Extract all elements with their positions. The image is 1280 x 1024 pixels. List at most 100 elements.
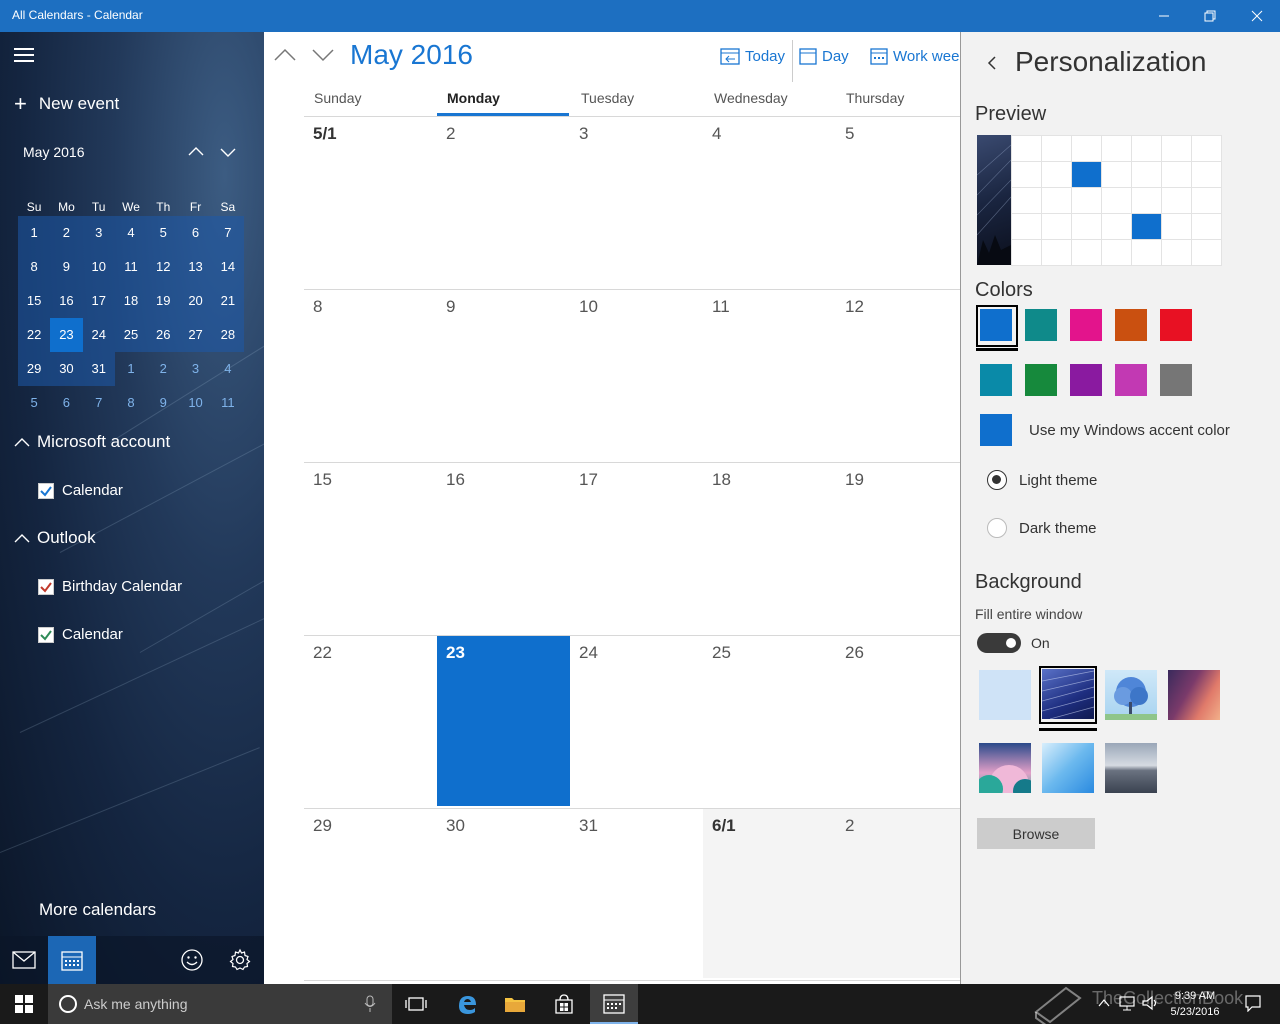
day-cell-number[interactable]: 22 (313, 643, 332, 663)
day-cell-number[interactable]: 5/1 (313, 124, 337, 144)
day-cell-number[interactable]: 11 (712, 297, 730, 317)
background-thumbnail-tree[interactable] (1105, 670, 1157, 720)
mail-button[interactable] (0, 936, 48, 984)
day-cell-number[interactable]: 29 (313, 816, 332, 836)
mini-calendar-day[interactable]: 1 (115, 352, 147, 386)
day-cell-number[interactable]: 2 (845, 816, 854, 836)
mini-calendar-day[interactable]: 21 (211, 284, 244, 318)
calendar-app-button[interactable] (590, 984, 638, 1024)
checkbox[interactable] (38, 578, 54, 595)
accent-color-swatch[interactable] (980, 414, 1012, 446)
new-event-button[interactable]: + New event (14, 92, 119, 116)
mini-calendar-day[interactable]: 5 (18, 386, 50, 420)
background-thumbnail-light-blue[interactable] (979, 670, 1031, 720)
day-cell-number[interactable]: 12 (845, 297, 864, 317)
color-swatch[interactable] (1025, 364, 1057, 396)
mini-calendar-day[interactable]: 9 (147, 386, 179, 420)
mini-calendar-month-label[interactable]: May 2016 (23, 144, 84, 160)
day-cell-number[interactable]: 30 (446, 816, 465, 836)
day-cell-number[interactable]: 6/1 (712, 816, 736, 836)
calendar-item-calendar[interactable]: Calendar (38, 482, 123, 499)
dark-theme-radio[interactable] (987, 518, 1007, 538)
mini-calendar-day[interactable]: 2 (147, 352, 179, 386)
accent-color-label[interactable]: Use my Windows accent color (1029, 422, 1230, 439)
mini-calendar-day[interactable]: 11 (212, 386, 244, 420)
minimize-button[interactable] (1141, 0, 1187, 32)
volume-icon[interactable] (1142, 995, 1160, 1011)
calendar-item-calendar-outlook[interactable]: Calendar (38, 626, 123, 643)
dark-theme-label[interactable]: Dark theme (1019, 520, 1097, 537)
day-cell-number[interactable]: 10 (579, 297, 598, 317)
mini-calendar-prev-button[interactable] (186, 142, 206, 162)
mini-calendar-day[interactable]: 13 (179, 250, 212, 284)
day-view-button[interactable]: Day (799, 47, 849, 65)
color-swatch[interactable] (980, 364, 1012, 396)
mini-calendar-day[interactable]: 4 (212, 352, 244, 386)
mini-calendar-day[interactable]: 9 (50, 250, 83, 284)
feedback-button[interactable] (168, 936, 216, 984)
mini-calendar-day[interactable]: 8 (18, 250, 51, 284)
store-button[interactable] (540, 984, 588, 1024)
color-swatch[interactable] (1160, 364, 1192, 396)
mini-calendar-day[interactable]: 3 (179, 352, 211, 386)
background-thumbnail-star-trails[interactable] (1042, 669, 1094, 719)
browse-button[interactable]: Browse (977, 818, 1095, 849)
mini-calendar-day[interactable]: 16 (50, 284, 83, 318)
color-swatch[interactable] (1070, 309, 1102, 341)
clock[interactable]: 9:39 AM 5/23/2016 (1160, 988, 1230, 1020)
checkbox[interactable] (38, 482, 54, 499)
mini-calendar-day[interactable]: 15 (18, 284, 51, 318)
work-week-view-button[interactable]: Work week (870, 47, 960, 65)
mini-calendar-day[interactable]: 27 (179, 318, 212, 352)
task-view-button[interactable] (392, 984, 440, 1024)
background-thumbnail-canyon[interactable] (1168, 670, 1220, 720)
settings-button[interactable] (216, 936, 264, 984)
calendar-item-birthday-calendar[interactable]: Birthday Calendar (38, 578, 182, 595)
day-cell-number[interactable]: 24 (579, 643, 598, 663)
background-thumbnail-lake[interactable] (1105, 743, 1157, 793)
action-center-icon[interactable] (1244, 994, 1262, 1012)
start-button[interactable] (0, 984, 48, 1024)
more-calendars-link[interactable]: More calendars (39, 900, 156, 920)
day-cell-number[interactable]: 4 (712, 124, 721, 144)
mini-calendar-day[interactable]: 28 (211, 318, 244, 352)
group-microsoft-account[interactable]: Microsoft account (14, 432, 170, 452)
day-cell-number[interactable]: 23 (446, 643, 465, 663)
fill-window-toggle[interactable] (977, 633, 1021, 653)
mini-calendar-day[interactable]: 5 (147, 216, 180, 250)
color-swatch[interactable] (980, 309, 1012, 341)
day-cell-number[interactable]: 18 (712, 470, 731, 490)
restore-button[interactable] (1187, 0, 1233, 32)
previous-month-button[interactable] (272, 45, 298, 65)
mini-calendar-day[interactable]: 30 (50, 352, 83, 386)
search-box[interactable]: Ask me anything (48, 984, 392, 1024)
next-month-button[interactable] (310, 45, 336, 65)
color-swatch[interactable] (1160, 309, 1192, 341)
day-cell-number[interactable]: 16 (446, 470, 465, 490)
mini-calendar-day[interactable]: 12 (147, 250, 180, 284)
mini-calendar-day[interactable]: 7 (211, 216, 244, 250)
mini-calendar-day[interactable]: 17 (82, 284, 115, 318)
mini-calendar-day[interactable]: 10 (82, 250, 115, 284)
day-cell-number[interactable]: 19 (845, 470, 864, 490)
day-cell-number[interactable]: 17 (579, 470, 598, 490)
day-cell-number[interactable]: 26 (845, 643, 864, 663)
mini-calendar-day[interactable]: 8 (115, 386, 147, 420)
mini-calendar-day[interactable]: 4 (114, 216, 148, 250)
close-button[interactable] (1234, 0, 1280, 32)
mini-calendar-day[interactable]: 6 (179, 216, 212, 250)
hamburger-menu-icon[interactable] (14, 48, 34, 62)
mini-calendar-day[interactable]: 7 (83, 386, 115, 420)
day-cell-number[interactable]: 31 (579, 816, 598, 836)
day-cell-number[interactable]: 5 (845, 124, 854, 144)
mini-calendar-day[interactable]: 23 (50, 318, 83, 352)
file-explorer-button[interactable] (491, 984, 539, 1024)
light-theme-label[interactable]: Light theme (1019, 472, 1097, 489)
day-cell-number[interactable]: 2 (446, 124, 455, 144)
month-title[interactable]: May 2016 (350, 39, 473, 71)
network-icon[interactable] (1118, 995, 1136, 1011)
mini-calendar-day[interactable]: 10 (179, 386, 211, 420)
show-hidden-icons-chevron-icon[interactable] (1098, 998, 1110, 1008)
group-outlook[interactable]: Outlook (14, 528, 96, 548)
calendar-button[interactable] (48, 936, 96, 984)
